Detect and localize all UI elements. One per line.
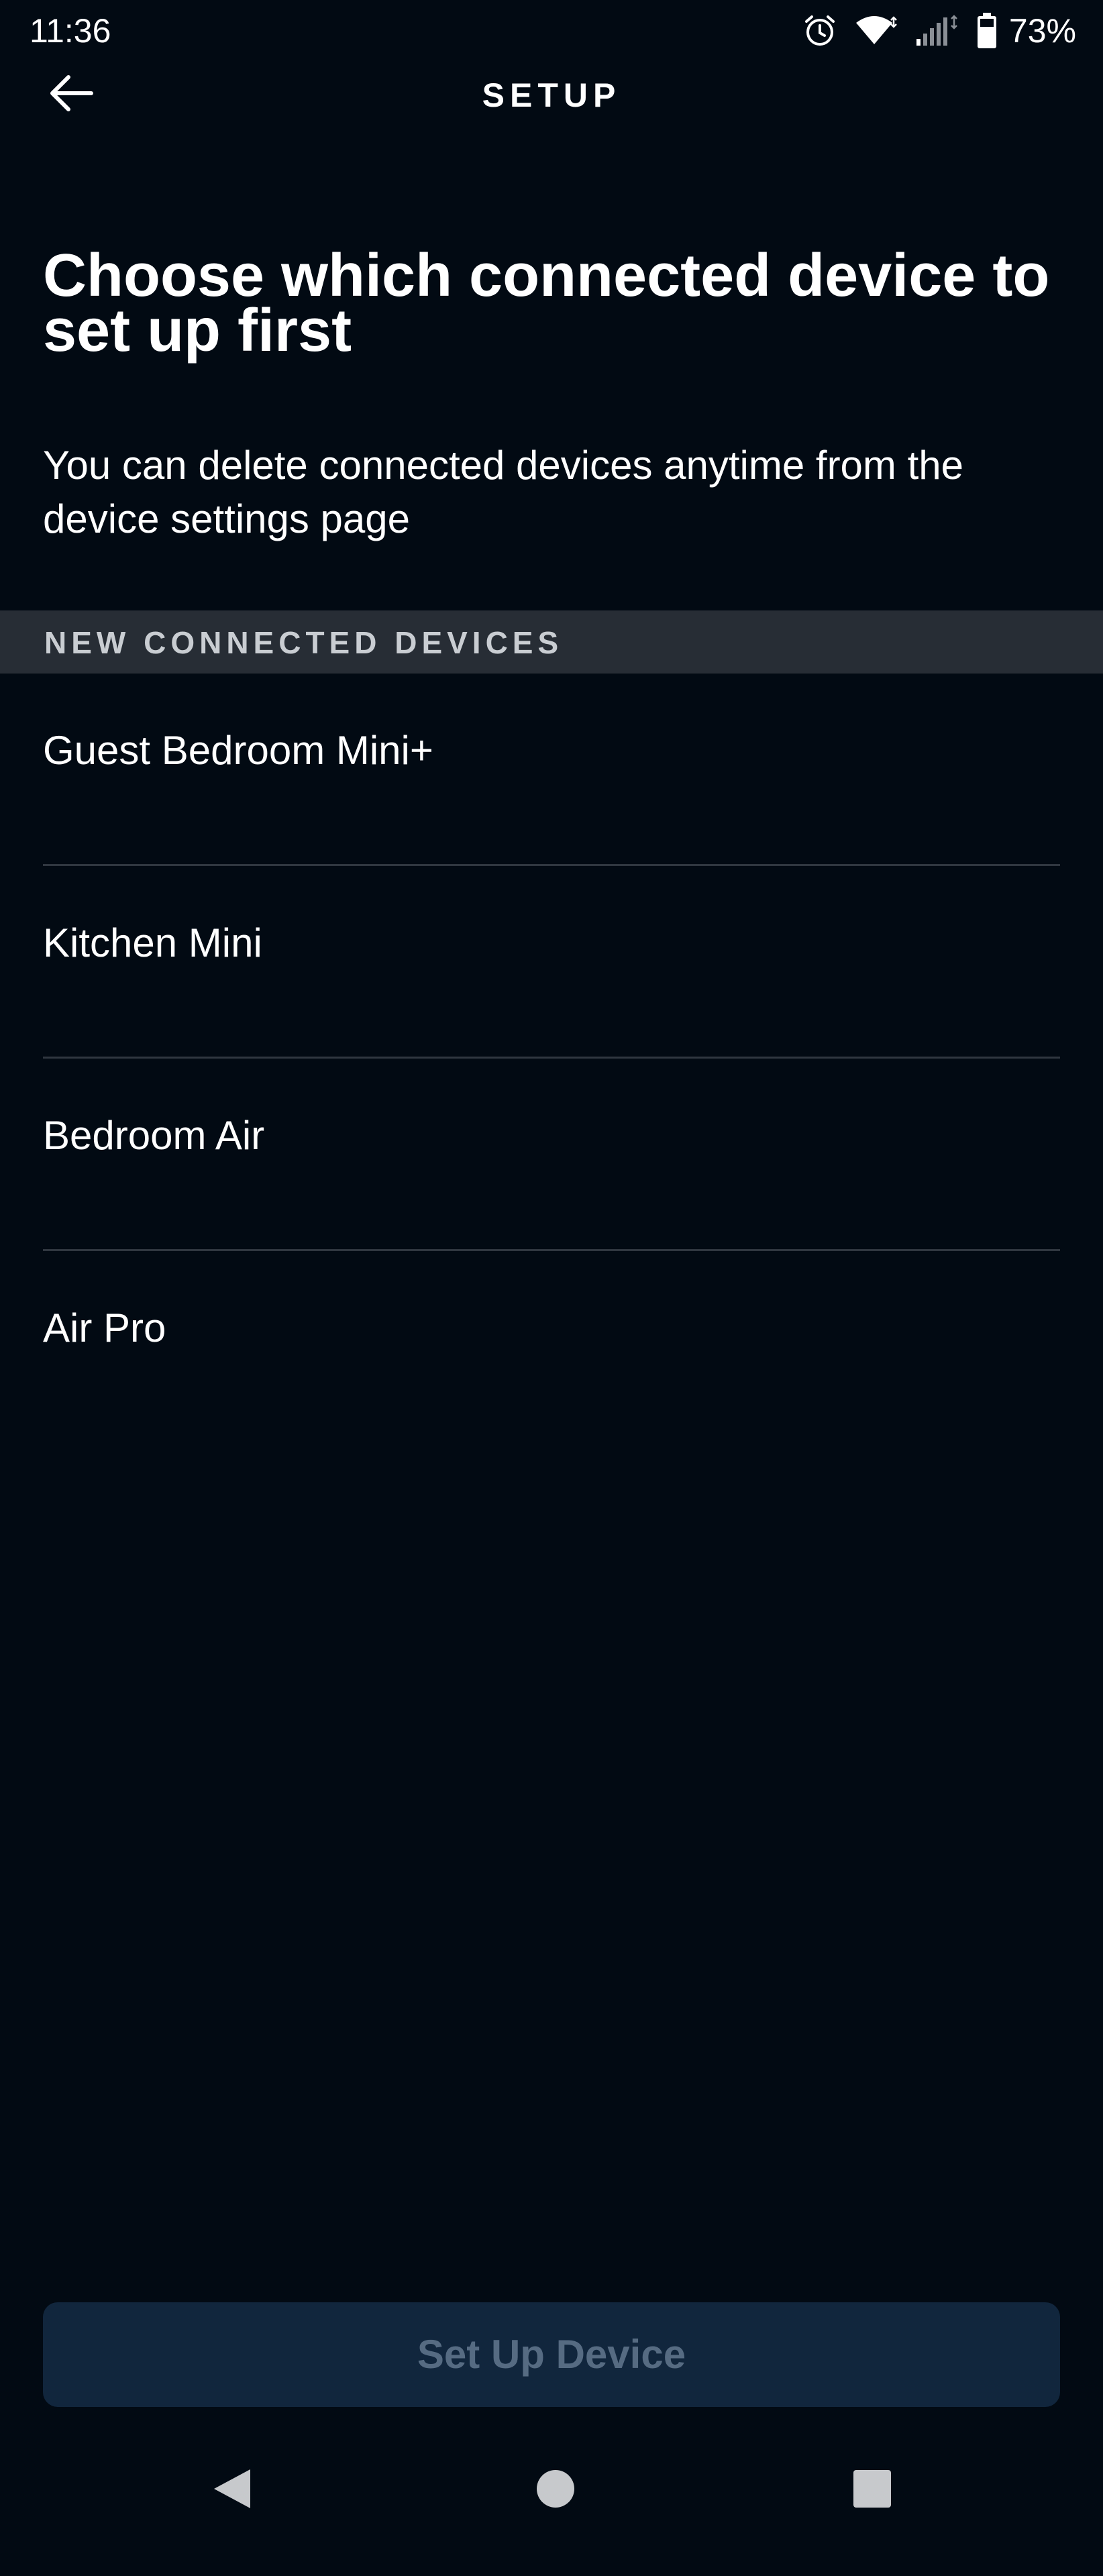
alarm-icon bbox=[802, 13, 837, 48]
status-bar: 11:36 73% bbox=[0, 0, 1103, 64]
device-list-item[interactable]: Air Pro bbox=[0, 1251, 1103, 1444]
device-label: Air Pro bbox=[43, 1305, 166, 1350]
page-subheading: You can delete connected devices anytime… bbox=[43, 443, 963, 541]
device-label: Kitchen Mini bbox=[43, 920, 262, 965]
device-list-item[interactable]: Kitchen Mini bbox=[0, 866, 1103, 1059]
battery-percent: 73% bbox=[1008, 12, 1076, 50]
device-list-item[interactable]: Bedroom Air bbox=[0, 1059, 1103, 1251]
app-title: SETUP bbox=[482, 76, 621, 114]
nav-home-icon bbox=[535, 2469, 576, 2512]
nav-home-button[interactable] bbox=[529, 2463, 582, 2517]
nav-recents-button[interactable] bbox=[845, 2463, 899, 2517]
section-header-label: NEW CONNECTED DEVICES bbox=[44, 625, 564, 660]
nav-bar bbox=[0, 2415, 1103, 2576]
device-list: Guest Bedroom Mini+ Kitchen Mini Bedroom… bbox=[0, 674, 1103, 1444]
device-label: Bedroom Air bbox=[43, 1113, 265, 1158]
battery-icon bbox=[977, 13, 997, 49]
page-heading: Choose which connected device to set up … bbox=[43, 242, 1050, 364]
device-list-item[interactable]: Guest Bedroom Mini+ bbox=[0, 674, 1103, 866]
status-time: 11:36 bbox=[30, 12, 111, 50]
nav-recents-icon bbox=[853, 2469, 892, 2512]
device-label: Guest Bedroom Mini+ bbox=[43, 728, 433, 773]
cell-signal-icon bbox=[915, 13, 959, 48]
section-header: NEW CONNECTED DEVICES bbox=[0, 610, 1103, 674]
set-up-device-button[interactable]: Set Up Device bbox=[43, 2302, 1060, 2407]
app-bar: SETUP bbox=[0, 64, 1103, 125]
nav-back-icon bbox=[211, 2467, 253, 2514]
wifi-icon bbox=[855, 13, 898, 48]
nav-back-button[interactable] bbox=[205, 2463, 259, 2517]
status-icons: 73% bbox=[802, 9, 1076, 52]
